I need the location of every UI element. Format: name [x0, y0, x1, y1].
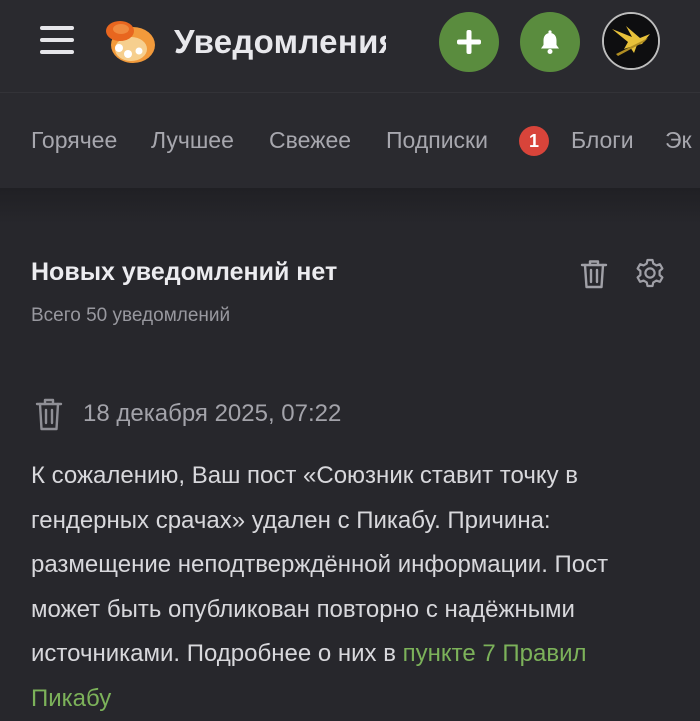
trash-icon[interactable] — [579, 258, 609, 290]
tab-subscriptions[interactable]: Подписки — [386, 125, 488, 155]
notification-text: К сожалению, Ваш пост «Союзник ставит то… — [31, 454, 671, 721]
page-title: Уведомления — [174, 23, 386, 60]
tab-fresh[interactable]: Свежее — [269, 125, 351, 155]
top-bar: Уведомления — [0, 0, 700, 93]
tab-best[interactable]: Лучшее — [151, 125, 234, 155]
notifications-count: Всего 50 уведомлений — [31, 305, 231, 326]
notification-date: 18 декабря 2025, 07:22 — [83, 400, 342, 427]
menu-button[interactable] — [38, 23, 76, 57]
notifications-button[interactable] — [520, 12, 580, 72]
plus-icon — [457, 30, 481, 54]
tab-hot[interactable]: Горячее — [31, 125, 117, 155]
notification-message: К сожалению, Ваш пост «Союзник ставит то… — [31, 462, 609, 667]
section-divider — [0, 188, 700, 224]
add-post-button[interactable] — [439, 12, 499, 72]
tab-more[interactable]: Эк — [665, 125, 692, 155]
gear-icon[interactable] — [634, 257, 666, 289]
tab-blogs[interactable]: Блоги — [571, 125, 634, 155]
avatar[interactable] — [602, 12, 660, 70]
bell-icon — [541, 30, 559, 54]
eagle-avatar-icon — [604, 14, 658, 68]
notifications-heading: Новых уведомлений нет — [31, 258, 338, 286]
pikabu-logo-icon[interactable] — [100, 15, 160, 67]
hamburger-icon — [40, 50, 74, 54]
hamburger-icon — [40, 38, 74, 42]
hamburger-icon — [40, 26, 74, 30]
delete-notification-icon[interactable] — [34, 396, 64, 432]
subscriptions-badge: 1 — [519, 126, 549, 156]
